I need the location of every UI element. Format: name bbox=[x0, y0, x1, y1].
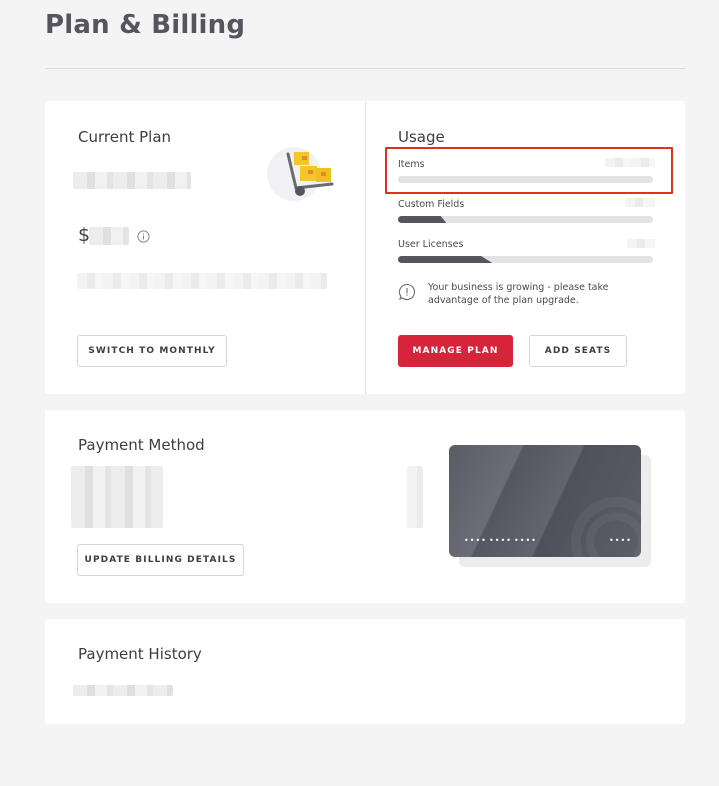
header-divider bbox=[45, 68, 685, 69]
payment-history-title: Payment History bbox=[78, 645, 202, 663]
usage-user-licenses-bar bbox=[398, 256, 653, 263]
plan-usage-card: Current Plan $ SWITCH TO MONTHLY Usage I… bbox=[45, 101, 685, 394]
switch-to-monthly-button[interactable]: SWITCH TO MONTHLY bbox=[77, 335, 227, 367]
card-column-divider bbox=[365, 101, 366, 394]
plan-name-redacted bbox=[73, 172, 191, 189]
card-number-group-1: •••• bbox=[464, 536, 487, 545]
usage-custom-fields-count-redacted bbox=[625, 198, 655, 207]
plan-details-redacted bbox=[77, 273, 327, 289]
payment-method-title: Payment Method bbox=[78, 436, 205, 454]
card-number-group-2: •••• bbox=[489, 536, 512, 545]
card-number-group-4: •••• bbox=[609, 536, 632, 545]
usage-custom-fields-label: Custom Fields bbox=[398, 199, 465, 210]
usage-user-licenses-count-redacted bbox=[627, 239, 655, 248]
alert-bubble-icon bbox=[398, 283, 416, 301]
payment-method-details-redacted bbox=[71, 466, 163, 528]
card-number-group-3: •••• bbox=[514, 536, 537, 545]
manage-plan-button[interactable]: MANAGE PLAN bbox=[398, 335, 513, 367]
payment-method-extra-redacted bbox=[407, 466, 423, 528]
update-billing-details-button[interactable]: UPDATE BILLING DETAILS bbox=[77, 544, 244, 576]
payment-history-card: Payment History bbox=[45, 619, 685, 724]
add-seats-button[interactable]: ADD SEATS bbox=[529, 335, 627, 367]
usage-custom-fields-bar bbox=[398, 216, 653, 223]
current-plan-title: Current Plan bbox=[78, 128, 172, 146]
credit-card-illustration: •••• •••• •••• •••• bbox=[449, 445, 641, 557]
usage-custom-fields-bar-fill bbox=[398, 216, 447, 223]
price-amount-redacted bbox=[89, 227, 129, 245]
usage-title: Usage bbox=[398, 128, 445, 146]
usage-user-licenses-label: User Licenses bbox=[398, 239, 464, 250]
info-icon[interactable] bbox=[137, 230, 150, 243]
page-title: Plan & Billing bbox=[45, 10, 246, 40]
payment-history-entry-redacted bbox=[73, 685, 173, 696]
usage-user-licenses-bar-fill bbox=[398, 256, 493, 263]
hand-truck-boxes-icon bbox=[267, 147, 334, 201]
items-usage-highlight bbox=[385, 147, 673, 194]
upgrade-notice-text: Your business is growing - please take a… bbox=[428, 282, 609, 306]
payment-method-card: Payment Method UPDATE BILLING DETAILS ••… bbox=[45, 410, 685, 603]
